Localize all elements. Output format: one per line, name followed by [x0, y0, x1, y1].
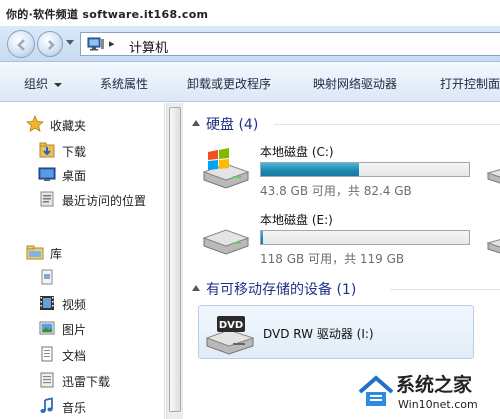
address-bar: ▸ 计算机 [0, 26, 500, 62]
nav-label-downloads: 下载 [62, 145, 87, 159]
thunder-download-icon [40, 372, 54, 388]
watermark-top-text: 你的·软件频道 software.it168.com [6, 8, 209, 21]
nav-item-videos[interactable]: 视频 [0, 292, 165, 314]
chevron-down-icon [54, 82, 63, 87]
back-button[interactable] [7, 30, 35, 58]
drive-dvd[interactable]: DVD DVD RW 驱动器 (I:) [198, 305, 474, 359]
breadcrumb-computer[interactable]: 计算机 [129, 37, 168, 56]
computer-icon [87, 37, 104, 51]
dvd-drive-icon: DVD [205, 316, 255, 355]
nav-label-favorites: 收藏夹 [50, 119, 87, 133]
address-box[interactable]: ▸ 计算机 [80, 32, 500, 56]
hard-drive-icon [486, 169, 500, 184]
nav-item-recent[interactable]: 最近访问的位置 [0, 188, 165, 210]
nav-item-music[interactable]: 音乐 [0, 395, 165, 417]
nav-label-music: 音乐 [62, 401, 87, 415]
organize-label: 组织 [24, 77, 49, 91]
document-icon [41, 269, 53, 285]
house-logo-icon [358, 375, 394, 406]
group-title-removable: 有可移动存储的设备 (1) [206, 282, 357, 298]
nav-item-desktop[interactable]: 桌面 [0, 163, 165, 185]
command-bar: 组织 系统属性 卸载或更改程序 映射网络驱动器 打开控制面 [0, 62, 500, 102]
watermark-bottom: 系统之家 Win10net.com [356, 368, 500, 419]
dvd-logo-text: DVD [219, 320, 243, 331]
drive-icon-partial[interactable] [486, 231, 500, 255]
nav-item-unnamed-library[interactable] [0, 266, 165, 288]
drive-e-name: 本地磁盘 (E:) [260, 213, 333, 227]
hard-drive-icon [486, 239, 500, 254]
drive-dvd-name: DVD RW 驱动器 (I:) [263, 327, 374, 341]
navigation-pane: 收藏夹 下载 桌面 最近访问的位置 库 视频 图片 文档 迅雷下载 音乐 [0, 103, 165, 419]
uninstall-program-button[interactable]: 卸载或更改程序 [187, 75, 271, 92]
recent-places-icon [40, 191, 54, 207]
group-title-hard-disks: 硬盘 (4) [206, 117, 259, 133]
nav-item-favorites[interactable]: 收藏夹 [0, 113, 165, 135]
drive-c-free-space: 43.8 GB 可用，共 82.4 GB [260, 184, 412, 198]
documents-icon [41, 346, 53, 362]
nav-label-recent: 最近访问的位置 [62, 194, 147, 208]
nav-item-documents[interactable]: 文档 [0, 343, 165, 365]
watermark-brand: 系统之家 [396, 374, 473, 396]
drive-c-usage-fill [261, 163, 359, 176]
group-header-removable[interactable]: 有可移动存储的设备 (1) [184, 277, 500, 299]
nav-label-videos: 视频 [62, 298, 87, 312]
nav-item-pictures[interactable]: 图片 [0, 317, 165, 339]
drive-e[interactable]: 本地磁盘 (E:) 118 GB 可用，共 119 GB [184, 208, 484, 270]
forward-button[interactable] [37, 31, 63, 57]
collapse-triangle-icon[interactable] [192, 285, 200, 291]
desktop-icon [38, 167, 56, 181]
picture-icon [39, 321, 55, 335]
map-network-drive-button[interactable]: 映射网络驱动器 [313, 75, 397, 92]
drive-e-usage-fill [261, 231, 263, 244]
windows-drive-icon [202, 148, 250, 189]
nav-label-thunder-downloads: 迅雷下载 [62, 375, 111, 389]
film-icon [40, 296, 54, 310]
hard-drive-icon [202, 229, 250, 255]
drive-c[interactable]: 本地磁盘 (C:) 43.8 GB 可用，共 82.4 GB [184, 140, 484, 202]
open-control-panel-button[interactable]: 打开控制面 [440, 75, 500, 92]
nav-label-desktop: 桌面 [62, 169, 87, 183]
nav-label-pictures: 图片 [62, 323, 87, 337]
collapse-triangle-icon[interactable] [192, 120, 200, 126]
watermark-url: Win10net.com [398, 398, 478, 411]
organize-button[interactable]: 组织 [24, 75, 63, 92]
navigation-scrollbar[interactable] [166, 103, 183, 419]
library-icon [26, 245, 44, 260]
drive-e-usage-bar [260, 230, 470, 245]
music-note-icon [40, 397, 53, 413]
drive-c-usage-bar [260, 162, 470, 177]
group-header-hard-disks[interactable]: 硬盘 (4) [184, 112, 500, 134]
nav-item-thunder-downloads[interactable]: 迅雷下载 [0, 369, 165, 391]
system-properties-button[interactable]: 系统属性 [100, 75, 148, 92]
nav-item-libraries[interactable]: 库 [0, 241, 165, 263]
group-divider [274, 124, 500, 125]
drive-e-free-space: 118 GB 可用，共 119 GB [260, 252, 405, 266]
recent-pages-dropdown[interactable] [66, 40, 74, 45]
download-folder-icon [39, 142, 55, 158]
arrow-right-icon [48, 40, 55, 50]
scrollbar-thumb[interactable] [169, 107, 181, 412]
group-divider [390, 289, 500, 290]
breadcrumb-separator[interactable]: ▸ [109, 37, 115, 50]
watermark-top: 你的·软件频道 software.it168.com [0, 0, 500, 26]
drive-c-name: 本地磁盘 (C:) [260, 145, 334, 159]
nav-label-libraries: 库 [50, 247, 63, 261]
star-icon [26, 115, 44, 133]
drive-icon-partial[interactable] [486, 161, 500, 185]
nav-label-documents: 文档 [62, 349, 87, 363]
arrow-left-icon [17, 39, 25, 51]
nav-item-downloads[interactable]: 下载 [0, 139, 165, 161]
